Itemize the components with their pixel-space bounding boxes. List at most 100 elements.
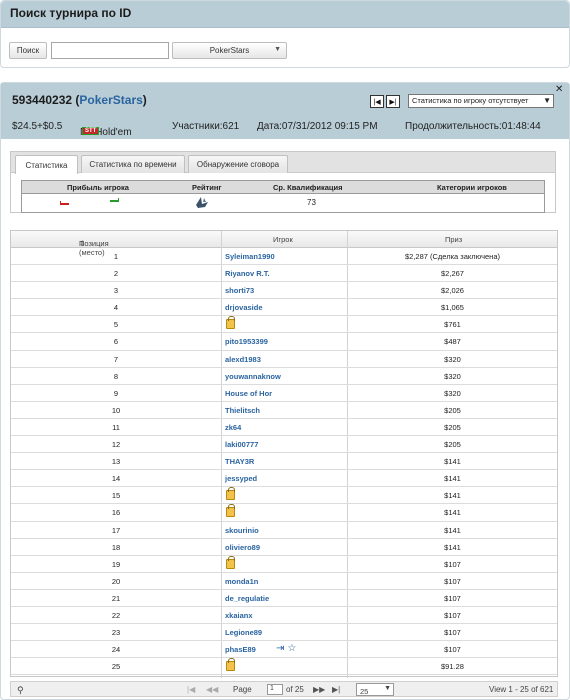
lock-icon[interactable] [226, 487, 235, 501]
page-number-input[interactable]: 1 [267, 684, 283, 695]
table-row[interactable]: 13 THAY3R $141 [11, 453, 557, 471]
player-link[interactable]: pito1953399 [225, 337, 268, 346]
table-row[interactable]: 6 pito1953399 $487 [11, 333, 557, 351]
player-link[interactable]: Syleiman1990 [225, 252, 275, 261]
prize-cell: $141 [444, 542, 461, 552]
table-row[interactable]: 11 zk64 $205 [11, 419, 557, 437]
profit-bar-icon [110, 198, 119, 202]
tabs-container: Статистика Статистика по времени Обнаруж… [10, 151, 556, 213]
tournament-panel: 593440232 (PokerStars) |◀ ▶| Статистика … [0, 82, 570, 700]
participants: Участники:621 [172, 121, 240, 132]
prize-cell: $320 [444, 371, 461, 381]
prize-cell: $205 [444, 422, 461, 432]
table-row[interactable]: 14 jessyped $141 [11, 470, 557, 488]
table-row[interactable]: 9 House of Hor $320 [11, 385, 557, 402]
tournament-room-link[interactable]: PokerStars [79, 93, 142, 107]
lock-icon[interactable] [226, 504, 235, 518]
lock-icon[interactable] [226, 555, 235, 569]
player-link[interactable]: monda1n [225, 577, 258, 586]
table-row[interactable]: 8 youwannaknow $320 [11, 368, 557, 385]
position-cell: 21 [111, 593, 121, 603]
player-link[interactable]: shorti73 [225, 286, 254, 295]
tournament-id-input[interactable] [51, 42, 169, 59]
position-cell: 18 [111, 542, 121, 552]
player-link[interactable]: youwannaknow [225, 372, 281, 381]
player-link[interactable]: alexd1983 [225, 355, 261, 364]
tab-collusion-detection[interactable]: Обнаружение сговора [188, 155, 288, 173]
loss-bar-icon [60, 201, 69, 205]
prize-cell: $107 [444, 628, 461, 638]
table-row[interactable]: 25 $91.28 [11, 658, 557, 676]
close-icon[interactable]: ✕ [555, 84, 563, 95]
table-row[interactable]: 21 de_regulatie $107 [11, 590, 557, 607]
prize-cell: $107 [444, 559, 461, 569]
table-row[interactable]: 17 skourinio $141 [11, 522, 557, 539]
results-grid: Позиция (место) ⇕ Игрок Приз 1 Syleiman19… [10, 230, 558, 678]
export-icon[interactable]: ⇥ [276, 643, 284, 654]
tab-time-statistics[interactable]: Статистика по времени [81, 155, 185, 173]
table-row[interactable]: 1 Syleiman1990 $2,287 (Сделка заключена) [11, 248, 557, 266]
position-cell: 25 [111, 662, 121, 672]
player-link[interactable]: THAY3R [225, 457, 254, 466]
player-link[interactable]: skourinio [225, 526, 259, 535]
search-button[interactable]: Поиск [9, 42, 47, 59]
last-page-icon[interactable]: ▶| [332, 685, 340, 694]
first-page-icon[interactable]: |◀ [187, 685, 195, 694]
player-stats-select[interactable]: Статистика по игроку отсутствует ▼ [408, 94, 554, 108]
column-prize[interactable]: Приз [445, 235, 462, 244]
table-row[interactable]: 2 Riyanov R.T. $2,267 [11, 265, 557, 283]
position-cell: 17 [111, 525, 121, 535]
column-player[interactable]: Игрок [273, 235, 293, 244]
header-player-categories: Категории игроков [437, 183, 507, 192]
table-row[interactable]: 5 $761 [11, 316, 557, 334]
table-row[interactable]: 15 $141 [11, 487, 557, 505]
position-cell: 3 [113, 286, 119, 296]
position-cell: 5 [113, 320, 119, 330]
table-row[interactable]: 4 drjovaside $1,065 [11, 299, 557, 317]
player-link[interactable]: Thielitsch [225, 406, 260, 415]
player-link[interactable]: de_regulatie [225, 594, 269, 603]
table-row[interactable]: 23 Legione89 $107 [11, 624, 557, 642]
table-row[interactable]: 7 alexd1983 $320 [11, 351, 557, 368]
table-row[interactable]: 20 monda1n $107 [11, 573, 557, 590]
table-row[interactable]: 18 oliviero89 $141 [11, 539, 557, 556]
position-cell: 23 [111, 628, 121, 638]
player-link[interactable]: laki00777 [225, 440, 258, 449]
view-range-text: View 1 - 25 of 621 [489, 685, 554, 694]
table-row[interactable]: 16 $141 [11, 504, 557, 522]
player-link[interactable]: drjovaside [225, 303, 263, 312]
player-link[interactable]: Legione89 [225, 628, 262, 637]
prize-cell: $107 [444, 593, 461, 603]
table-row[interactable]: 3 shorti73 $2,026 [11, 282, 557, 300]
table-row[interactable]: 10 Thielitsch $205 [11, 402, 557, 419]
table-row[interactable]: 24 phasE89 ⇥ ☆ $107 [11, 641, 557, 659]
prize-cell: $141 [444, 508, 461, 518]
table-row[interactable]: 19 $107 [11, 555, 557, 573]
next-page-icon[interactable]: ▶▶ [313, 685, 325, 694]
star-icon[interactable]: ☆ [287, 643, 296, 654]
player-link[interactable]: House of Hor [225, 389, 272, 398]
player-link[interactable]: Riyanov R.T. [225, 269, 270, 278]
prev-page-icon[interactable]: ◀◀ [206, 685, 218, 694]
room-select[interactable]: PokerStars ▼ [172, 42, 287, 59]
chevron-down-icon: ▼ [384, 685, 391, 692]
position-cell: 10 [111, 405, 121, 415]
tournament-info-row: $24.5+$0.5 NL Hold'em STT Участники:621 Д… [1, 115, 569, 139]
table-row[interactable]: 12 laki00777 $205 [11, 436, 557, 454]
tournament-title: 593440232 (PokerStars) [12, 93, 147, 107]
player-link[interactable]: zk64 [225, 423, 241, 432]
tab-statistics[interactable]: Статистика [15, 155, 78, 174]
player-link[interactable]: phasE89 [225, 645, 256, 654]
player-link[interactable]: jessyped [225, 474, 257, 483]
position-cell: 15 [111, 491, 121, 501]
table-row[interactable]: 22 xkaianx $107 [11, 607, 557, 625]
lock-icon[interactable] [226, 316, 235, 330]
lock-icon[interactable] [226, 658, 235, 672]
first-tournament-icon[interactable]: |◀ [370, 95, 384, 108]
position-cell: 9 [113, 388, 119, 398]
player-link[interactable]: oliviero89 [225, 543, 260, 552]
search-icon[interactable]: ⚲ [17, 685, 24, 696]
last-tournament-icon[interactable]: ▶| [386, 95, 400, 108]
rows-per-page-select[interactable]: 25 ▼ [356, 683, 394, 696]
player-link[interactable]: xkaianx [225, 611, 253, 620]
